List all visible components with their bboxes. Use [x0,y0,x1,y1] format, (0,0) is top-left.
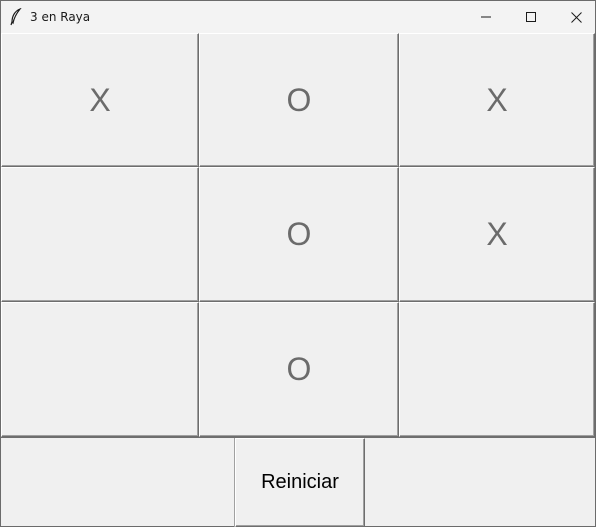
close-icon [570,11,582,23]
minimize-icon [481,12,491,22]
maximize-button[interactable] [508,1,554,33]
board-cell-2-0[interactable] [1,302,199,437]
reset-button[interactable]: Reiniciar [235,438,365,527]
close-button[interactable] [553,1,596,33]
title-bar[interactable]: 3 en Raya [1,1,595,33]
feather-icon [9,7,23,26]
board-cell-0-1[interactable]: O [199,33,399,167]
minimize-button[interactable] [463,1,509,33]
board-cell-1-2[interactable]: X [399,167,595,302]
board-cell-0-2[interactable]: X [399,33,595,167]
board-cell-2-1[interactable]: O [199,302,399,437]
maximize-icon [526,12,536,22]
board-cell-1-0[interactable] [1,167,199,302]
board-cell-1-1[interactable]: O [199,167,399,302]
board-cell-0-0[interactable]: X [1,33,199,167]
window-title: 3 en Raya [30,10,91,24]
controls-bar: Reiniciar [1,437,595,527]
app-window: 3 en Raya X O X O X O Reiniciar [0,0,596,527]
game-board: X O X O X O [1,33,595,437]
board-cell-2-2[interactable] [399,302,595,437]
